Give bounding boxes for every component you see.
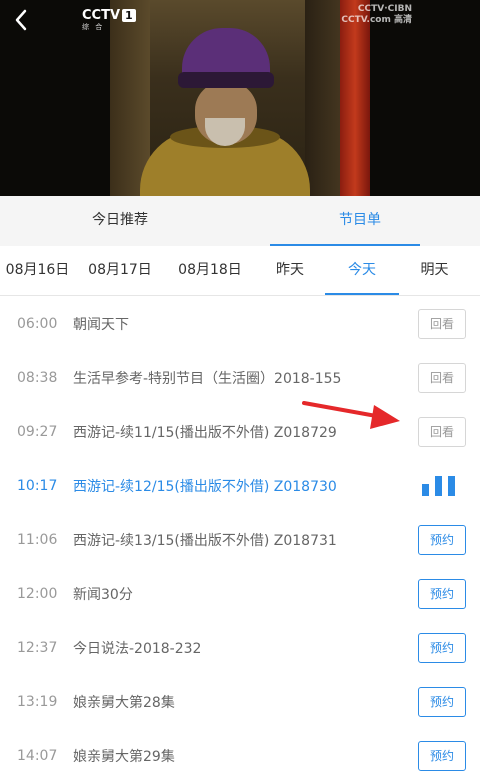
reserve-button[interactable]: 预约 — [418, 741, 466, 771]
date-today[interactable]: 今天 — [325, 246, 399, 295]
program-time: 12:37 — [17, 640, 58, 656]
watermark-line-1: CCTV·CIBN — [357, 4, 412, 14]
program-row[interactable]: 13:19 娘亲舅大第28集 预约 — [0, 675, 480, 729]
program-time: 12:00 — [17, 586, 58, 602]
watermark-line-2: CCTV.com 高清 — [341, 15, 412, 25]
program-time: 13:19 — [17, 694, 58, 710]
date-0817[interactable]: 08月17日 — [75, 246, 165, 295]
content-tabs: 今日推荐 节目单 — [0, 196, 480, 246]
video-hat-band — [178, 72, 274, 88]
video-pillar-right — [305, 0, 341, 196]
reserve-button[interactable]: 预约 — [418, 687, 466, 717]
channel-sub: 综 合 — [82, 23, 105, 31]
program-time: 06:00 — [17, 316, 58, 332]
date-0818[interactable]: 08月18日 — [165, 246, 255, 295]
channel-logo-text: CCTV — [82, 8, 121, 23]
replay-button[interactable]: 回看 — [418, 309, 466, 339]
program-time: 10:17 — [17, 478, 58, 494]
channel-logo: CCTV 1 综 合 — [82, 8, 136, 32]
program-row-live[interactable]: 10:17 西游记-续12/15(播出版不外借) Z018730 — [0, 459, 480, 513]
replay-button[interactable]: 回看 — [418, 417, 466, 447]
replay-button[interactable]: 回看 — [418, 363, 466, 393]
now-playing-icon — [422, 476, 458, 496]
channel-number: 1 — [122, 9, 136, 22]
video-player[interactable]: CCTV 1 综 合 CCTV·CIBN CCTV.com 高清 — [0, 0, 480, 196]
tab-schedule[interactable]: 节目单 — [240, 196, 480, 246]
back-icon[interactable] — [8, 6, 36, 34]
date-yesterday[interactable]: 昨天 — [255, 246, 325, 295]
program-title: 西游记-续12/15(播出版不外借) Z018730 — [73, 479, 337, 495]
program-row[interactable]: 08:38 生活早参考-特别节目（生活圈）2018-155 回看 — [0, 351, 480, 405]
tab-recommend[interactable]: 今日推荐 — [0, 196, 240, 246]
date-selector: 08月16日 08月17日 08月18日 昨天 今天 明天 — [0, 246, 480, 296]
program-time: 14:07 — [17, 748, 58, 764]
program-row[interactable]: 11:06 西游记-续13/15(播出版不外借) Z018731 预约 — [0, 513, 480, 567]
reserve-button[interactable]: 预约 — [418, 579, 466, 609]
channel-watermark: CCTV·CIBN CCTV.com 高清 — [341, 4, 412, 26]
program-row[interactable]: 12:00 新闻30分 预约 — [0, 567, 480, 621]
date-tomorrow[interactable]: 明天 — [399, 246, 470, 295]
reserve-button[interactable]: 预约 — [418, 633, 466, 663]
program-row[interactable]: 06:00 朝闻天下 回看 — [0, 297, 480, 351]
program-time: 11:06 — [17, 532, 58, 548]
program-time: 08:38 — [17, 370, 58, 386]
reserve-button[interactable]: 预约 — [418, 525, 466, 555]
video-curtain — [340, 0, 370, 196]
date-0816[interactable]: 08月16日 — [0, 246, 75, 295]
program-row[interactable]: 09:27 西游记-续11/15(播出版不外借) Z018729 回看 — [0, 405, 480, 459]
program-row[interactable]: 12:37 今日说法-2018-232 预约 — [0, 621, 480, 675]
program-list: 06:00 朝闻天下 回看 08:38 生活早参考-特别节目（生活圈）2018-… — [0, 297, 480, 777]
program-row[interactable]: 14:07 娘亲舅大第29集 预约 — [0, 729, 480, 777]
program-time: 09:27 — [17, 424, 58, 440]
